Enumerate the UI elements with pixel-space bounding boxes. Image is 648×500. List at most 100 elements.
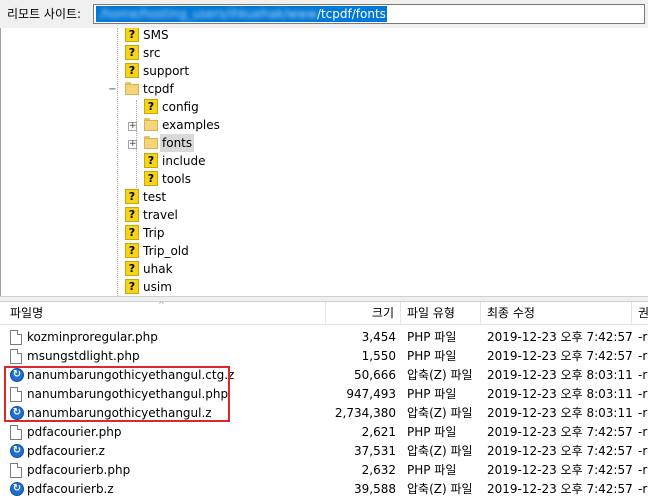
question-folder-icon: ? [125, 243, 139, 258]
file-size: 947,493 [346, 387, 396, 401]
file-permissions: -r [638, 482, 648, 496]
php-file-icon [10, 425, 22, 440]
file-size: 3,454 [361, 330, 396, 344]
remote-folder-tree[interactable]: ? SMS ? src ? support − tcpdf ? config +… [0, 28, 648, 296]
remote-path-visible: /tcpdf/fonts [316, 7, 386, 21]
tree-item-label: tools [162, 172, 191, 186]
question-folder-icon: ? [125, 279, 139, 294]
file-modified: 2019-12-23 오후 8:03:11 [487, 368, 632, 382]
tree-item-label: Trip [143, 226, 165, 240]
file-row[interactable]: pdfacourierb.php 2,632 PHP 파일 2019-12-23… [0, 461, 648, 480]
file-list-header: ^ 파일명 크기 파일 유형 최종 수정 권 [0, 302, 648, 325]
remote-file-list[interactable]: ^ 파일명 크기 파일 유형 최종 수정 권 kozminproregular.… [0, 302, 648, 500]
collapse-tcpdf-button[interactable]: − [108, 85, 117, 95]
remote-path-selection[interactable]: /home/hosting_users/ihkuehak/www/tcpdf/f… [96, 6, 387, 22]
file-size: 37,531 [354, 444, 396, 458]
file-permissions: -r [638, 463, 648, 477]
file-permissions: -r [638, 349, 648, 363]
file-row[interactable]: msungstdlight.php 1,550 PHP 파일 2019-12-2… [0, 347, 648, 366]
file-size: 1,550 [361, 349, 396, 363]
question-folder-icon: ? [125, 28, 139, 42]
file-name: nanumbarungothicyethangul.z [27, 406, 212, 420]
file-type: 압축(Z) 파일 [407, 482, 473, 496]
file-row[interactable]: kozminproregular.php 3,454 PHP 파일 2019-1… [0, 328, 648, 347]
file-size: 2,734,380 [334, 406, 396, 420]
remote-path-input[interactable]: /home/hosting_users/ihkuehak/www/tcpdf/f… [93, 4, 645, 24]
z-archive-icon: ↻ [10, 482, 24, 496]
file-type: PHP 파일 [407, 425, 457, 439]
file-row[interactable]: pdfacourier.php 2,621 PHP 파일 2019-12-23 … [0, 423, 648, 442]
column-header-type[interactable]: 파일 유형 [401, 302, 481, 324]
folder-icon [144, 117, 158, 132]
file-permissions: -r [638, 406, 648, 420]
file-size: 50,666 [354, 368, 396, 382]
file-row[interactable]: ↻ nanumbarungothicyethangul.z 2,734,380 압… [0, 404, 648, 423]
file-name: nanumbarungothicyethangul.php [27, 387, 229, 401]
tree-item-label: src [143, 46, 161, 60]
php-file-icon [10, 349, 22, 364]
file-row[interactable]: ↻ pdfacourierb.z 39,588 압축(Z) 파일 2019-12-… [0, 480, 648, 499]
file-modified: 2019-12-23 오후 8:03:11 [487, 406, 632, 420]
file-name: pdfacourierb.z [27, 482, 114, 496]
file-modified: 2019-12-23 오후 7:42:57 [487, 463, 632, 477]
expand-fonts-button[interactable]: + [128, 140, 137, 149]
file-type: PHP 파일 [407, 387, 457, 401]
column-header-size[interactable]: 크기 [326, 302, 401, 324]
question-folder-icon: ? [144, 153, 158, 168]
file-modified: 2019-12-23 오후 7:42:57 [487, 330, 632, 344]
column-header-modified[interactable]: 최종 수정 [481, 302, 632, 324]
tree-item-label: fonts [160, 134, 195, 152]
z-archive-icon: ↻ [10, 444, 24, 458]
file-modified: 2019-12-23 오후 7:42:57 [487, 425, 632, 439]
question-folder-icon: ? [144, 171, 158, 186]
file-permissions: -r [638, 425, 648, 439]
file-type: PHP 파일 [407, 349, 457, 363]
file-modified: 2019-12-23 오후 8:03:11 [487, 387, 632, 401]
file-modified: 2019-12-23 오후 7:42:57 [487, 349, 632, 363]
column-header-name[interactable]: 파일명 [4, 302, 326, 324]
file-size: 2,632 [361, 463, 396, 477]
php-file-icon [10, 463, 22, 478]
file-type: 압축(Z) 파일 [407, 444, 473, 458]
tree-connector [117, 28, 118, 296]
tree-item-label: test [143, 190, 167, 204]
file-row[interactable]: ↻ nanumbarungothicyethangul.ctg.z 50,666 … [0, 366, 648, 385]
file-name: kozminproregular.php [27, 330, 158, 344]
z-archive-icon: ↻ [10, 406, 24, 420]
remote-site-bar: 리모트 사이트: /home/hosting_users/ihkuehak/ww… [0, 0, 648, 29]
file-name: nanumbarungothicyethangul.ctg.z [27, 368, 235, 382]
file-modified: 2019-12-23 오후 7:42:57 [487, 444, 632, 458]
tree-item-label: usim [143, 280, 172, 294]
file-type: PHP 파일 [407, 330, 457, 344]
tree-item-label: SMS [143, 28, 169, 42]
php-file-icon [10, 330, 22, 345]
question-folder-icon: ? [125, 189, 139, 204]
tree-item-label: tcpdf [143, 82, 174, 96]
remote-path-hidden: /home/hosting_users/ihkuehak/www [100, 7, 317, 21]
question-folder-icon: ? [125, 207, 139, 222]
tree-item-label: uhak [143, 262, 173, 276]
column-header-permissions[interactable]: 권 [632, 302, 648, 324]
file-row[interactable]: ↻ pdfacourier.z 37,531 압축(Z) 파일 2019-12-2… [0, 442, 648, 461]
expand-examples-button[interactable]: + [128, 122, 137, 131]
file-modified: 2019-12-23 오후 7:42:57 [487, 482, 632, 496]
tree-item-label: travel [143, 208, 178, 222]
file-type: 압축(Z) 파일 [407, 406, 473, 420]
folder-icon [125, 81, 139, 96]
file-size: 2,621 [361, 425, 396, 439]
remote-site-label: 리모트 사이트: [7, 7, 82, 21]
file-permissions: -r [638, 444, 648, 458]
file-permissions: -r [638, 387, 648, 401]
question-folder-icon: ? [144, 99, 158, 114]
file-name: pdfacourier.php [27, 425, 122, 439]
z-archive-icon: ↻ [10, 368, 24, 382]
tree-item-label: examples [162, 118, 220, 132]
folder-icon [144, 135, 158, 150]
file-size: 39,588 [354, 482, 396, 496]
php-file-icon [10, 387, 22, 402]
file-name: pdfacourier.z [27, 444, 105, 458]
tree-item-label: support [143, 64, 190, 78]
question-folder-icon: ? [125, 225, 139, 240]
tree-item-label: Trip_old [143, 244, 189, 258]
file-row[interactable]: nanumbarungothicyethangul.php 947,493 PH… [0, 385, 648, 404]
